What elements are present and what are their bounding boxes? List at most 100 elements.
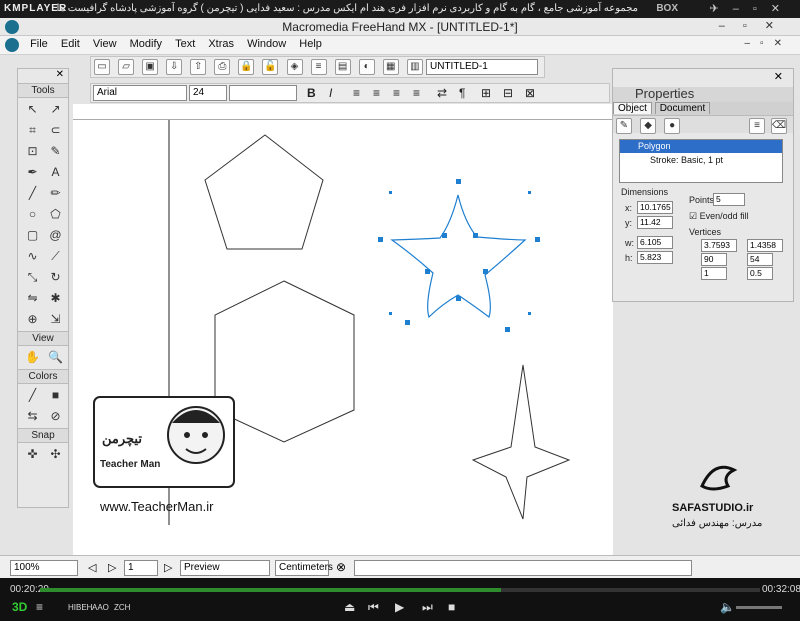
h-field[interactable]: 5.823 [637, 251, 673, 264]
text-editor-icon[interactable]: ¶ [459, 86, 465, 100]
add-stroke-icon[interactable]: ✎ [616, 118, 632, 134]
lasso-icon[interactable]: ⊂ [45, 121, 66, 140]
reflect-icon[interactable]: ⇋ [22, 289, 43, 308]
italic-button[interactable]: I [329, 86, 332, 100]
snap-guide-icon[interactable]: ✣ [45, 445, 66, 464]
menu-help[interactable]: Help [294, 36, 327, 50]
top-ruler[interactable] [73, 104, 613, 120]
previous-icon[interactable]: ⏮ [368, 600, 379, 615]
vertex-field-6[interactable]: 0.5 [747, 267, 773, 280]
ellipse-icon[interactable]: ○ [22, 205, 43, 224]
zoom-icon[interactable]: 🔍 [45, 348, 66, 367]
page-nav-icon[interactable]: ▷ [164, 561, 172, 574]
subselect-icon[interactable]: ↗ [45, 100, 66, 119]
document-select[interactable]: UNTITLED-1 [426, 59, 538, 75]
knife-icon[interactable]: ⟋ [45, 247, 66, 266]
spiral-icon[interactable]: @ [45, 226, 66, 245]
menu-text[interactable]: Text [170, 36, 200, 50]
menu-edit[interactable]: Edit [56, 36, 85, 50]
styles-icon[interactable]: ◐ [358, 59, 375, 75]
new-icon[interactable]: ▭ [94, 59, 110, 75]
group-icon[interactable]: ◈ [286, 59, 303, 75]
export-icon[interactable]: ⇧ [190, 59, 207, 75]
pencil-icon[interactable]: ✏ [45, 184, 66, 203]
font-select[interactable]: Arial [93, 85, 187, 101]
justify-icon[interactable]: ≡ [413, 86, 420, 100]
add-fill-icon[interactable]: ◆ [640, 118, 657, 134]
document-icon[interactable] [5, 38, 19, 52]
next-page-icon[interactable]: ▷ [108, 561, 116, 574]
play-icon[interactable]: ▶ [395, 600, 404, 614]
attach-icon[interactable]: ⊟ [503, 86, 513, 100]
x-field[interactable]: 10.1765 [637, 201, 673, 214]
fill-color-icon[interactable]: ■ [45, 386, 66, 405]
eyedropper-icon[interactable]: ✎ [45, 142, 66, 161]
pointer-icon[interactable]: ↖ [22, 100, 43, 119]
pentagon-shape[interactable] [204, 134, 324, 250]
swap-colors-icon[interactable]: ⇆ [22, 407, 43, 426]
evenodd-checkbox[interactable]: ☑ Even/odd fill [689, 211, 749, 222]
menu-window[interactable]: Window [242, 36, 291, 50]
menu-xtras[interactable]: Xtras [203, 36, 239, 50]
align-left-icon[interactable]: ≡ [353, 86, 360, 100]
rotate-icon[interactable]: ↻ [45, 268, 66, 287]
add-effect-icon[interactable]: ● [664, 118, 681, 134]
save-icon[interactable]: ▣ [142, 59, 159, 75]
tab-document[interactable]: Document [654, 102, 711, 114]
w-field[interactable]: 6.105 [637, 236, 673, 249]
list-item-stroke[interactable]: Stroke: Basic, 1 pt [620, 153, 782, 167]
menu-view[interactable]: View [88, 36, 122, 50]
3d-badge[interactable]: 3D [12, 600, 27, 614]
pen-icon[interactable]: ✒ [22, 163, 43, 182]
import-icon[interactable]: ⇩ [166, 59, 183, 75]
convert-icon[interactable]: ⊞ [481, 86, 491, 100]
snap-point-icon[interactable]: ✜ [22, 445, 43, 464]
next-icon[interactable]: ⏭ [422, 600, 433, 615]
selection-handles[interactable] [378, 179, 540, 332]
prev-page-icon[interactable]: ◁ [88, 561, 96, 574]
page-tool-icon[interactable]: ⌗ [22, 121, 43, 140]
align-icon[interactable]: ≡ [310, 59, 327, 75]
freeform-icon[interactable]: ∿ [22, 247, 43, 266]
polygon-icon[interactable]: ⬠ [45, 205, 66, 224]
trace-icon[interactable]: ⊕ [22, 310, 43, 329]
text-link-icon[interactable]: ⇄ [437, 86, 447, 100]
detach-icon[interactable]: ⊠ [525, 86, 535, 100]
app-window-buttons[interactable]: –▫✕ [719, 19, 792, 32]
points-field[interactable]: 5 [713, 193, 745, 206]
player-box-label[interactable]: BOX [656, 3, 678, 14]
star-shape[interactable] [471, 364, 571, 520]
document-window-buttons[interactable]: –▫✕ [745, 38, 793, 49]
volume-icon[interactable]: 🔈 [720, 600, 735, 614]
open-icon[interactable]: ▱ [118, 59, 135, 75]
options-icon[interactable]: ≡ [749, 118, 765, 134]
style-select[interactable] [229, 85, 297, 101]
hand-icon[interactable]: ✋ [22, 348, 43, 367]
vertex-field-2[interactable]: 1.4358 [747, 239, 783, 252]
scale-icon[interactable]: ⤡ [22, 268, 43, 287]
bold-button[interactable]: B [307, 86, 316, 100]
menu-file[interactable]: File [25, 36, 53, 50]
line-icon[interactable]: ╱ [22, 184, 43, 203]
mode-label-1[interactable]: HIBEH [68, 603, 92, 612]
layers-icon[interactable]: ▥ [406, 59, 423, 75]
seek-bar[interactable] [40, 588, 760, 592]
vertex-field-5[interactable]: 1 [701, 267, 727, 280]
trash-icon[interactable]: ⌫ [771, 118, 787, 134]
vertex-field-4[interactable]: 54 [747, 253, 773, 266]
list-item-polygon[interactable]: Polygon [620, 140, 782, 153]
vertex-field-1[interactable]: 3.7593 [701, 239, 737, 252]
unlock-icon[interactable]: 🔓 [262, 59, 279, 75]
library-icon[interactable]: ▤ [334, 59, 351, 75]
print-icon[interactable]: ⎙ [214, 59, 231, 75]
stroke-color-icon[interactable]: ╱ [22, 386, 43, 405]
mode-label-3[interactable]: ZCH [114, 603, 130, 612]
tab-object[interactable]: Object [613, 102, 652, 114]
mode-label-2[interactable]: AAO [92, 603, 109, 612]
graphic-hose-icon[interactable]: ✱ [45, 289, 66, 308]
eject-icon[interactable]: ⏏ [344, 600, 355, 614]
stop-icon[interactable]: ■ [448, 600, 455, 614]
crop-icon[interactable]: ⊡ [22, 142, 43, 161]
page-select[interactable]: 1 [124, 560, 158, 576]
align-center-icon[interactable]: ≡ [373, 86, 380, 100]
